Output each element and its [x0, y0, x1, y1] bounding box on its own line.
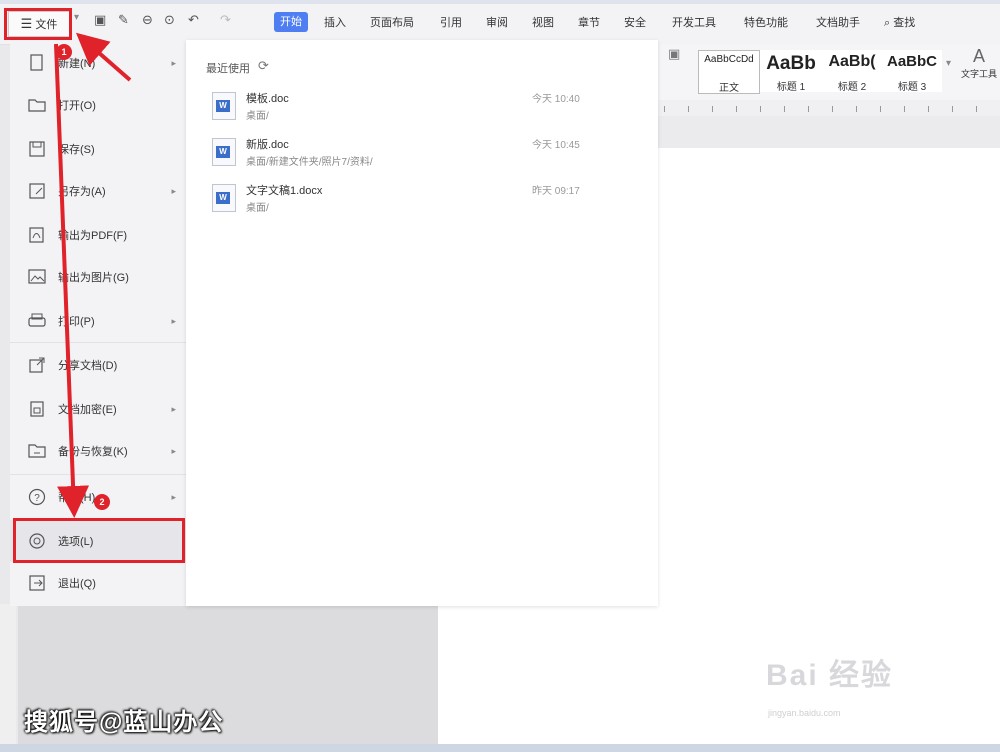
step-badge-1: 1: [56, 44, 72, 60]
annotation-arrows: [54, 32, 132, 518]
status-bar: [0, 744, 1000, 752]
baidu-watermark-url: jingyan.baidu.com: [768, 708, 841, 718]
arrow-to-file-menu: [75, 32, 132, 82]
baidu-watermark: Bai 经验: [766, 659, 894, 692]
arrow-to-options: [54, 43, 90, 518]
step-badge-2: 2: [94, 494, 110, 510]
sohu-watermark: 搜狐号@蓝山办公: [24, 709, 224, 736]
